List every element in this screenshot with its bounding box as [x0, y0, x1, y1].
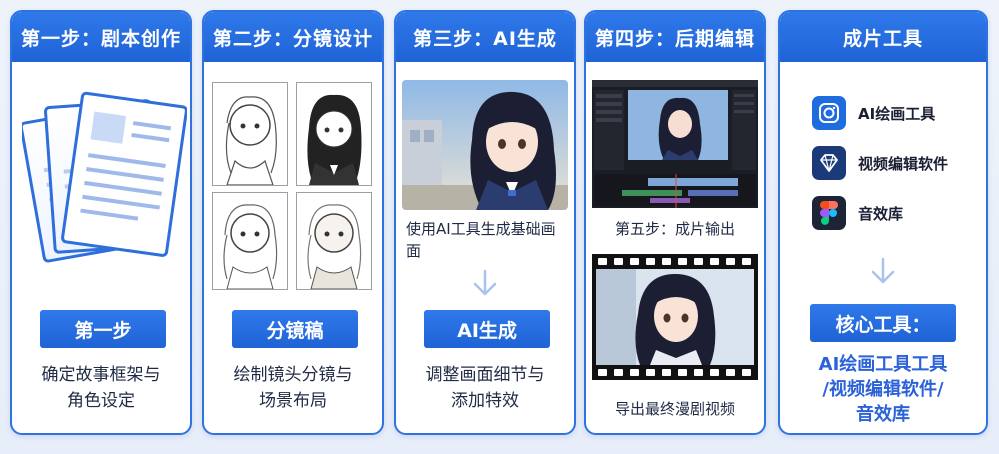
storyboard-panel	[212, 192, 288, 290]
tool-label: 视频编辑软件	[858, 154, 949, 173]
ai-generated-image	[402, 80, 568, 210]
step2-card: 第二步：分镜设计 分镜稿 绘制镜头分镜与 场景布局	[202, 10, 384, 435]
tools-result-line3: 音效库	[856, 404, 910, 425]
step1-desc-line1: 确定故事框架与	[41, 365, 161, 385]
step4-title: 第四步：后期编辑	[586, 12, 764, 62]
step2-pill: 分镜稿	[232, 310, 358, 348]
tools-title: 成片工具	[780, 12, 986, 62]
tools-card: 成片工具 AI绘画工具 视频编辑软件 音效库 核心工具： AI绘画工具工具 /视…	[778, 10, 988, 435]
tools-result-line1: AI绘画工具工具	[818, 354, 948, 375]
tool-label: AI绘画工具	[858, 104, 936, 123]
figma-icon	[812, 196, 846, 230]
step4-card: 第四步：后期编辑 第五步：成片输出 导出最终漫剧视频	[584, 10, 766, 435]
step2-title: 第二步：分镜设计	[204, 12, 382, 62]
arrow-down-icon	[473, 269, 497, 296]
step3-desc-line1: 调整画面细节与	[425, 365, 545, 385]
diamond-icon	[812, 146, 846, 180]
tools-result-line2: /视频编辑软件/	[822, 379, 944, 400]
step1-desc-line2: 角色设定	[67, 391, 135, 411]
documents-icon	[22, 91, 187, 263]
step3-desc-line2: 添加特效	[451, 391, 519, 411]
step1-title: 第一步：剧本创作	[12, 12, 190, 62]
tools-pill: 核心工具：	[810, 304, 956, 342]
tool-item: 音效库	[812, 196, 903, 230]
step1-card: 第一步：剧本创作 第一步 确定故事框架与 角色设定	[10, 10, 192, 435]
storyboard-panel	[296, 192, 372, 290]
video-editor-screenshot	[592, 80, 758, 208]
film-strip-image	[592, 254, 758, 380]
storyboard-panel	[212, 82, 288, 186]
step1-pill: 第一步	[40, 310, 166, 348]
tool-item: AI绘画工具	[812, 96, 935, 130]
step2-desc-line1: 绘制镜头分镜与	[233, 365, 353, 385]
step3-caption-line2: 面	[406, 242, 422, 260]
tool-label: 音效库	[858, 204, 904, 223]
step4-caption: 第五步：成片输出	[614, 220, 735, 238]
step2-desc-line2: 场景布局	[259, 391, 327, 411]
step3-pill: AI生成	[424, 310, 550, 348]
storyboard-panel	[296, 82, 372, 186]
camera-icon	[812, 96, 846, 130]
step4-caption-bottom: 导出最终漫剧视频	[614, 400, 735, 418]
step3-caption-line1: 使用AI工具生成基础画	[406, 220, 556, 238]
arrow-down-icon	[871, 257, 895, 284]
step3-card: 第三步：AI生成 使用AI工具生成基础画 面 AI生成 调整画面细节与 添加特效	[394, 10, 576, 435]
tool-item: 视频编辑软件	[812, 146, 948, 180]
step3-title: 第三步：AI生成	[396, 12, 574, 62]
